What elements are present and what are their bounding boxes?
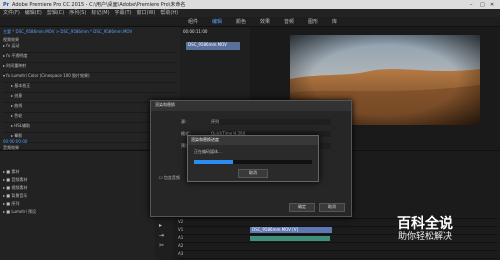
minimize-button[interactable]: –	[470, 2, 473, 8]
include-audio-checkbox[interactable]: ☐ 包含音频	[159, 175, 180, 180]
menu-sequence[interactable]: 序列(S)	[69, 10, 86, 16]
premiere-logo-icon: Pr	[3, 2, 10, 8]
menu-title[interactable]: 字幕(T)	[115, 10, 132, 16]
selection-tool-icon[interactable]: ▸	[159, 222, 162, 229]
effect-label: 色轮	[14, 113, 23, 118]
progress-status: 正在编码媒体...	[194, 149, 222, 154]
effect-row-lumetri[interactable]: ▾ fx Lumetri Color (Cinespace 100 胶片效果)	[3, 73, 177, 83]
source-field-label: 源：	[181, 119, 189, 124]
title-bar: Pr Adobe Premiere Pro CC 2015 - C:\用户\桌面…	[0, 0, 500, 9]
bin-label: Lumetri 预设	[11, 209, 36, 214]
effect-label: 运动	[11, 43, 20, 48]
checkbox-label: 包含音频	[163, 175, 180, 180]
track-label: V1	[178, 227, 184, 232]
track-label: A2	[178, 243, 184, 248]
bin-row[interactable]: ▸ ■ 序列	[3, 201, 36, 209]
progress-dialog-title: 渲染和替换进度	[188, 136, 318, 145]
effects-timecode[interactable]: 00:00:00:00	[3, 139, 27, 144]
close-button[interactable]: ✕	[490, 2, 494, 8]
watermark: 百科全说 助你轻松解决	[360, 216, 490, 243]
timeline-clip-audio[interactable]	[250, 236, 330, 241]
progress-bar-fill	[194, 160, 233, 164]
bin-row[interactable]: ▸ ■ Lumetri 预设	[3, 209, 36, 217]
project-panel: ▸ ■ 素材 ▸ ■ 音频素材 ▸ ■ 视频素材 ▸ ■ 背景音乐 ▸ ■ 序列…	[0, 150, 160, 260]
effect-label: 晕影	[14, 133, 23, 138]
timeline-clip-video[interactable]: DSC_9586mm.MOV [V]	[250, 227, 332, 233]
effect-label: HSL辅助	[14, 123, 31, 128]
render-progress-dialog: 渲染和替换进度 正在编码媒体... 取消	[187, 135, 319, 182]
effect-label: Lumetri Color (Cinespace 100 胶片效果)	[11, 73, 90, 78]
razor-tool-icon[interactable]: ✂	[159, 242, 164, 249]
track-label: A3	[178, 251, 184, 256]
menu-window[interactable]: 窗口(W)	[137, 10, 156, 16]
menu-help[interactable]: 帮助(H)	[160, 10, 178, 16]
tab-editing[interactable]: 编辑	[212, 19, 222, 25]
workspace-tabs: 组件 编辑 颜色 效果 音频 图形 库	[0, 17, 500, 27]
effect-label: 创意	[14, 93, 23, 98]
effect-label: 曲线	[14, 103, 23, 108]
menu-clip[interactable]: 剪辑(C)	[47, 10, 64, 16]
source-select[interactable]: 序列	[211, 119, 331, 125]
menu-edit[interactable]: 编辑(E)	[25, 10, 42, 16]
progress-bar-track	[194, 160, 312, 164]
bin-label: 音频素材	[11, 177, 28, 182]
tab-assembly[interactable]: 组件	[188, 19, 198, 25]
tab-color[interactable]: 颜色	[236, 19, 246, 25]
watermark-subtitle: 助你轻松解决	[397, 232, 452, 242]
source-timecode: 00:00:11:00	[183, 29, 208, 34]
track-label: V2	[178, 219, 184, 224]
track-a2[interactable]: A2	[178, 243, 498, 251]
bin-label: 素材	[11, 169, 20, 174]
render-dialog-title: 渲染和替换	[151, 101, 351, 111]
tab-libraries[interactable]: 库	[332, 19, 337, 25]
video-effects-heading: 视频效果	[3, 37, 19, 42]
tab-graphics[interactable]: 图形	[308, 19, 318, 25]
window-title: Adobe Premiere Pro CC 2015 - C:\用户\桌面\Ad…	[12, 2, 186, 8]
bin-row[interactable]: ▸ ■ 背景音乐	[3, 193, 36, 201]
menu-file[interactable]: 文件(F)	[3, 10, 20, 16]
track-label: A1	[178, 235, 184, 240]
bin-row[interactable]: ▸ ■ 素材	[3, 169, 36, 177]
track-a3[interactable]: A3	[178, 251, 498, 259]
effect-row-basic[interactable]: ▸ 基本校正	[3, 83, 177, 93]
bin-row[interactable]: ▸ ■ 视频素材	[3, 185, 36, 193]
effect-label: 不透明度	[11, 53, 28, 58]
effect-row-motion[interactable]: ▸ fx 运动	[3, 43, 177, 53]
effect-label: 基本校正	[14, 83, 31, 88]
bin-label: 背景音乐	[11, 193, 28, 198]
bin-label: 视频素材	[11, 185, 28, 190]
cancel-button[interactable]: 取消	[319, 203, 345, 212]
ok-button[interactable]: 确定	[289, 203, 315, 212]
tab-audio[interactable]: 音频	[284, 19, 294, 25]
menu-items: 文件(F) 编辑(E) 剪辑(C) 序列(S) 标记(M) 字幕(T) 窗口(W…	[0, 9, 500, 17]
watermark-title: 百科全说	[397, 216, 453, 232]
bin-label: 序列	[11, 201, 20, 206]
source-clip-bar[interactable]: DSC_9586mm.MOV	[186, 42, 240, 50]
maximize-button[interactable]: □	[480, 2, 485, 8]
track-select-tool-icon[interactable]: ⇥	[159, 232, 164, 239]
tab-effects[interactable]: 效果	[260, 19, 270, 25]
effect-label: 时间重映射	[6, 63, 27, 68]
effect-row-opacity[interactable]: ▸ fx 不透明度	[3, 53, 177, 63]
project-bins: ▸ ■ 素材 ▸ ■ 音频素材 ▸ ■ 视频素材 ▸ ■ 背景音乐 ▸ ■ 序列…	[3, 169, 36, 217]
menu-marker[interactable]: 标记(M)	[91, 10, 109, 16]
progress-cancel-button[interactable]: 取消	[238, 169, 268, 178]
bin-row[interactable]: ▸ ■ 音频素材	[3, 177, 36, 185]
menu-bar: 文件(F) 编辑(E) 剪辑(C) 序列(S) 标记(M) 字幕(T) 窗口(W…	[0, 9, 500, 17]
effects-header[interactable]: 主要 * DSC_9586mm.MOV > DSC_9586mm * DSC_9…	[0, 27, 180, 36]
effect-row-time-remap[interactable]: ▸ 时间重映射	[3, 63, 177, 73]
